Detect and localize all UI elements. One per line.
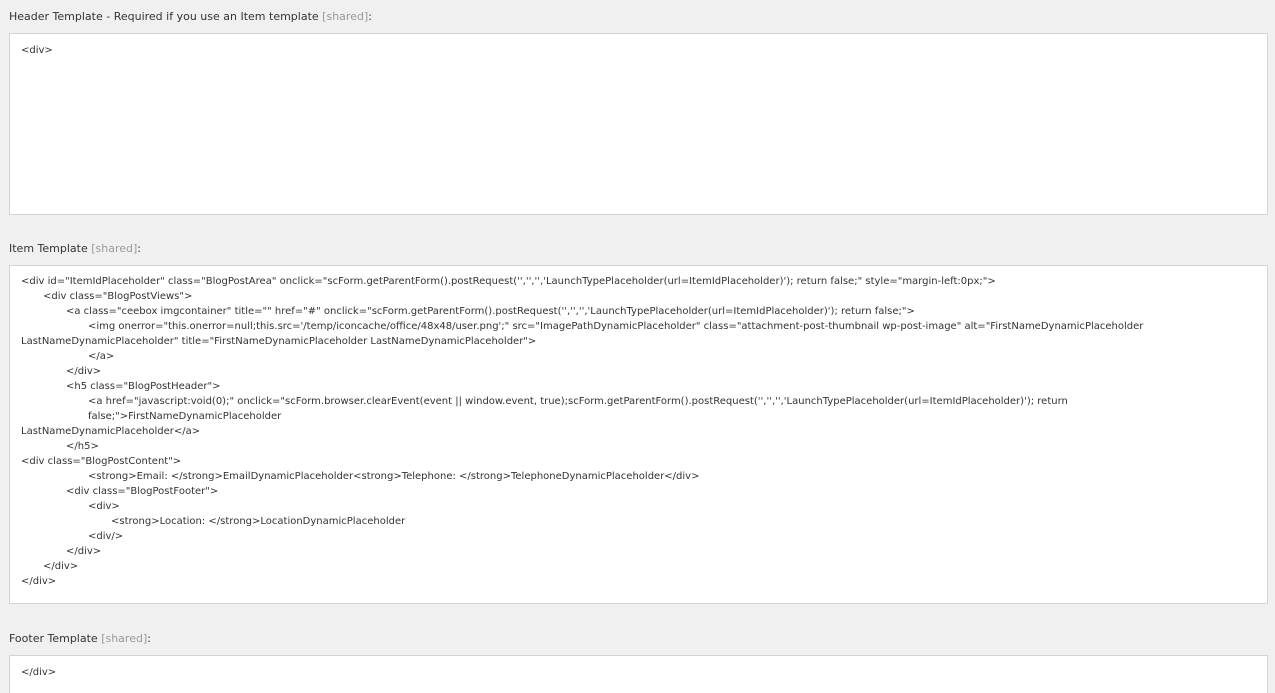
code-line: <div> — [88, 501, 120, 512]
code-line: <strong>Location: </strong>LocationDynam… — [111, 516, 406, 527]
footer-template-label: Footer Template [shared]: — [9, 632, 151, 646]
code-line: <div id="ItemIdPlaceholder" class="BlogP… — [21, 276, 996, 287]
code-line: <a href="javascript:void(0);" onclick="s… — [88, 396, 1072, 422]
code-line: LastNameDynamicPlaceholder" title="First… — [21, 336, 537, 347]
code-line: <img onerror="this.onerror=null;this.src… — [88, 321, 1144, 332]
code-line: </div> — [43, 561, 79, 572]
code-line: </div> — [21, 576, 57, 587]
footer-template-shared-tag: [shared] — [101, 632, 148, 645]
code-line: <div class="BlogPostViews"> — [43, 291, 193, 302]
code-line: <strong>Email: </strong>EmailDynamicPlac… — [88, 471, 700, 482]
item-template-label: Item Template [shared]: — [9, 242, 141, 256]
code-line: <div class="BlogPostContent"> — [21, 456, 182, 467]
code-line: </div> — [66, 366, 102, 377]
footer-template-value: </div> — [21, 667, 57, 678]
item-template-textarea[interactable]: <div id="ItemIdPlaceholder" class="BlogP… — [9, 265, 1268, 604]
item-template-shared-tag: [shared] — [91, 242, 138, 255]
header-template-colon: : — [368, 10, 372, 23]
footer-template-textarea[interactable]: </div> — [9, 655, 1268, 693]
code-line: LastNameDynamicPlaceholder</a> — [21, 426, 201, 437]
code-line: <a class="ceebox imgcontainer" title="" … — [66, 306, 915, 317]
item-template-colon: : — [137, 242, 142, 255]
code-line: <div class="BlogPostFooter"> — [66, 486, 219, 497]
code-line: <div/> — [88, 531, 124, 542]
item-template-label-text: Item Template — [9, 242, 88, 255]
footer-template-label-text: Footer Template — [9, 632, 98, 645]
header-template-textarea[interactable]: <div> — [9, 33, 1268, 215]
code-line: </div> — [66, 546, 102, 557]
header-template-shared-tag: [shared] — [322, 10, 369, 23]
header-template-label: Header Template - Required if you use an… — [9, 10, 372, 24]
footer-template-colon: : — [147, 632, 151, 645]
code-line: </h5> — [66, 441, 99, 452]
code-line: <h5 class="BlogPostHeader"> — [66, 381, 221, 392]
header-template-value: <div> — [21, 45, 53, 56]
header-template-label-text: Header Template - Required if you use an… — [9, 10, 319, 23]
code-line: </a> — [88, 351, 115, 362]
